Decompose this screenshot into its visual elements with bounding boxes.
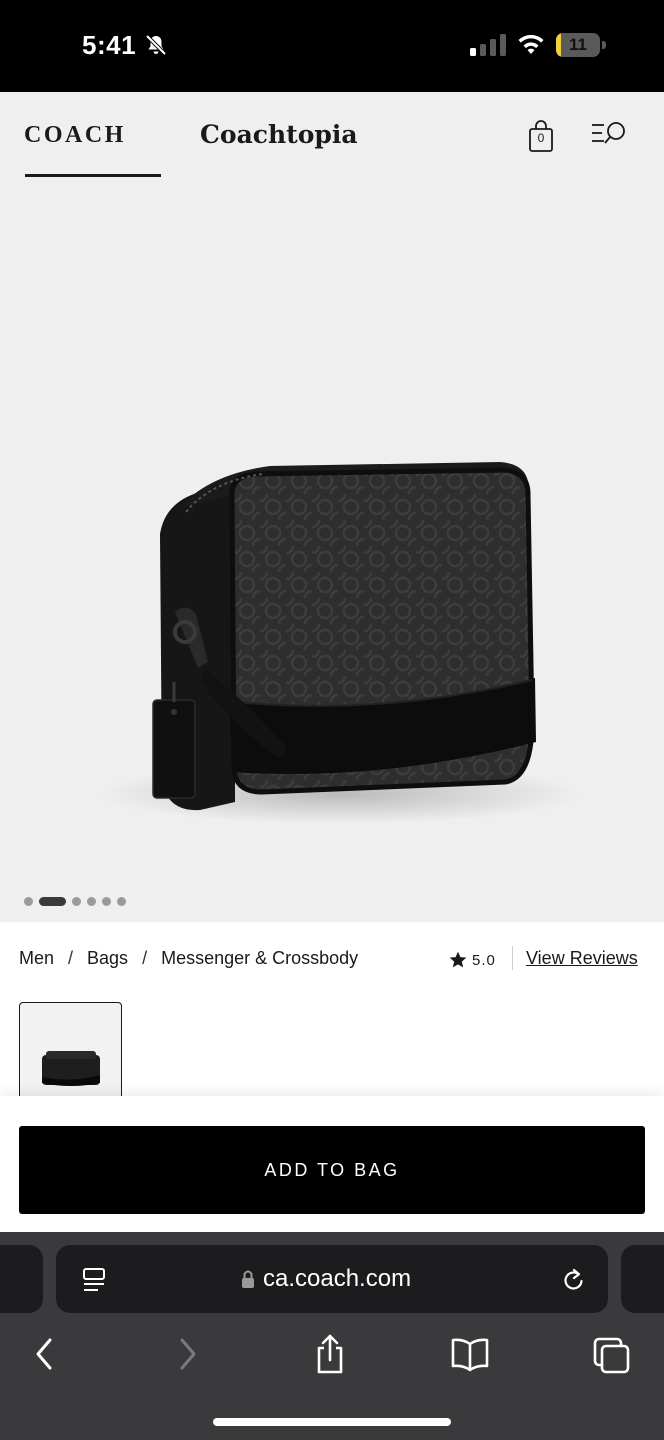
reader-icon[interactable] <box>82 1266 108 1294</box>
home-indicator <box>213 1418 451 1426</box>
product-image-carousel[interactable] <box>0 182 664 922</box>
forward-icon[interactable] <box>168 1332 208 1376</box>
star-icon <box>449 951 467 968</box>
product-info: Men / Bags / Messenger & Crossbody 5.0 V… <box>0 922 664 1096</box>
status-bar: 5:41 11 <box>0 0 664 92</box>
back-icon[interactable] <box>24 1332 64 1376</box>
product-thumbnail[interactable] <box>19 1002 122 1096</box>
previous-tab-peek[interactable] <box>0 1245 43 1313</box>
lock-icon <box>242 1270 254 1288</box>
breadcrumb-bags[interactable]: Bags <box>87 948 128 969</box>
battery-icon: 11 <box>556 33 606 57</box>
share-icon[interactable] <box>310 1332 350 1376</box>
coachtopia-logo[interactable]: Coachtopia <box>200 120 358 149</box>
carousel-dot[interactable] <box>117 896 126 906</box>
active-brand-underline <box>25 174 161 177</box>
rating: 5.0 <box>448 949 496 971</box>
carousel-dot[interactable] <box>24 896 33 906</box>
add-to-bag-bar: ADD TO BAG <box>0 1096 664 1232</box>
next-tab-peek[interactable] <box>621 1245 664 1313</box>
status-time: 5:41 <box>82 30 137 60</box>
menu-search-icon[interactable] <box>590 120 628 148</box>
carousel-dot[interactable] <box>72 896 81 906</box>
battery-level-text: 11 <box>569 35 587 54</box>
breadcrumb-separator: / <box>142 948 148 968</box>
reload-icon[interactable] <box>561 1266 587 1294</box>
breadcrumb-messenger-crossbody[interactable]: Messenger & Crossbody <box>161 948 358 969</box>
cellular-signal-icon <box>470 34 506 56</box>
carousel-dot-active[interactable] <box>39 896 66 906</box>
bag-count: 0 <box>537 131 545 145</box>
divider <box>512 946 513 970</box>
thumbnail-bag-image <box>42 1051 100 1086</box>
bookmarks-icon[interactable] <box>450 1332 490 1376</box>
breadcrumb-separator: / <box>68 948 74 968</box>
carousel-dot[interactable] <box>87 896 96 906</box>
rating-value: 5.0 <box>472 951 496 969</box>
address-bar[interactable]: ca.coach.com <box>56 1245 608 1313</box>
carousel-dots[interactable] <box>24 896 126 906</box>
add-to-bag-button[interactable]: ADD TO BAG <box>19 1126 645 1214</box>
bell-muted-icon <box>145 34 167 56</box>
wifi-icon <box>518 34 544 54</box>
breadcrumb-men[interactable]: Men <box>19 948 54 969</box>
view-reviews-link[interactable]: View Reviews <box>526 948 638 969</box>
site-header: COACH Coachtopia 0 <box>0 92 664 182</box>
url-text[interactable]: ca.coach.com <box>263 1265 411 1293</box>
browser-toolbar: ca.coach.com <box>0 1232 664 1440</box>
carousel-dot[interactable] <box>102 896 111 906</box>
coach-logo[interactable]: COACH <box>24 122 126 149</box>
product-photo <box>100 462 580 824</box>
breadcrumb: Men / Bags / Messenger & Crossbody <box>19 948 358 969</box>
tabs-icon[interactable] <box>592 1332 632 1376</box>
